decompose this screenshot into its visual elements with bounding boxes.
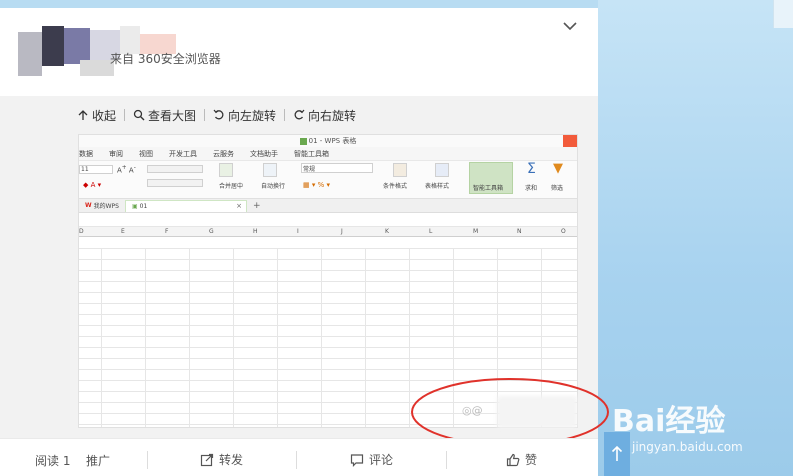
wps-ribbon: 11 A+ A- ◆ A ▾ 合并居中 自动换行 常规 ▦ ▾ % ▾ 条件格式… [79, 161, 577, 199]
wps-close-icon [563, 135, 577, 147]
rotate-left-button[interactable]: 向左旋转 [205, 107, 284, 124]
footer-divider [296, 451, 297, 469]
wps-column-headers: D E F G H I J K L M N O [79, 227, 577, 237]
wps-col-header: J [341, 228, 343, 235]
wps-col-header: N [517, 228, 522, 235]
baidu-jingyan-watermark: Bai经验 jingyan.baidu.com [612, 396, 792, 476]
wps-font-color-icon: ◆ A ▾ [83, 181, 102, 189]
wps-number-format: 常规 [303, 166, 316, 173]
watermark-url: jingyan.baidu.com [632, 440, 743, 454]
wps-col-header: G [209, 228, 214, 235]
wps-menubar: 数据 审阅 视图 开发工具 云服务 文档助手 智能工具箱 [79, 147, 577, 161]
post-source: 来自 360安全浏览器 [110, 52, 221, 66]
wps-window-title: 01 - WPS 表格 [308, 137, 357, 145]
wps-tab-file: ▣ 01 × [125, 199, 247, 212]
repost-icon [200, 453, 214, 466]
wps-col-header: F [165, 228, 169, 235]
wps-menu-item: 数据 [79, 149, 93, 158]
wps-font-size: 11 [81, 166, 89, 173]
read-count: 阅读 1 [35, 454, 71, 468]
wps-titlebar: 01 - WPS 表格 [79, 135, 577, 147]
wps-new-tab-icon: + [253, 200, 261, 211]
footer-divider [147, 451, 148, 469]
wps-app-icon [299, 137, 307, 145]
rotate-right-label: 向右旋转 [308, 108, 357, 123]
repost-label: 转发 [219, 453, 244, 467]
wps-table-style-icon [435, 163, 449, 177]
wps-indent-buttons [147, 179, 203, 187]
sheet-icon: ▣ [132, 202, 138, 210]
promote-link[interactable]: 推广 [86, 452, 110, 469]
wps-menu-item: 云服务 [213, 149, 234, 158]
footer-divider [446, 451, 447, 469]
wps-cond-format: 条件格式 [383, 183, 408, 190]
wps-wrap-icon [263, 163, 277, 177]
wps-menu-item: 智能工具箱 [294, 149, 329, 158]
wps-align-buttons [147, 165, 203, 173]
wps-col-header: H [253, 228, 258, 235]
corner-panel [773, 0, 793, 28]
rotate-left-label: 向左旋转 [228, 108, 277, 123]
comment-label: 评论 [369, 453, 394, 467]
wps-menu-item: 文档助手 [250, 149, 278, 158]
view-large-label: 查看大图 [148, 108, 197, 123]
wps-smart-toolbox: 智能工具箱 [473, 185, 504, 192]
wps-tab-close-icon: × [236, 201, 242, 210]
image-toolbar: 收起 查看大图 向左旋转 向右旋转 [77, 104, 364, 126]
wps-menu-item: 审阅 [109, 149, 123, 158]
wps-formula-bar [79, 213, 577, 227]
wps-tab-home-label: 我的WPS [93, 203, 119, 210]
wps-col-header: O [561, 228, 566, 235]
wps-menu-item: 视图 [139, 149, 153, 158]
wps-col-header: E [121, 228, 125, 235]
post-footer: 阅读 1 推广 转发 评论 赞 [0, 438, 598, 476]
wps-percent-icon: ▦ ▾ % ▾ [303, 181, 330, 189]
wps-grow-font-icon: A+ A- [117, 165, 136, 175]
collapse-button[interactable]: 收起 [77, 107, 124, 124]
wps-cond-format-icon [393, 163, 407, 177]
wps-table-style: 表格样式 [425, 183, 450, 190]
wps-tab-home: W 我的WPS [79, 200, 125, 212]
rotate-right-icon [294, 109, 305, 120]
wps-col-header: L [429, 228, 433, 235]
comment-icon [350, 453, 364, 467]
wps-wrap-text: 自动换行 [261, 183, 286, 190]
chevron-down-icon[interactable] [562, 20, 578, 32]
wps-menu-item: 开发工具 [169, 149, 197, 158]
thumbs-up-icon [506, 453, 520, 466]
zoom-icon [133, 109, 145, 121]
wps-merge-center: 合并居中 [219, 183, 244, 190]
rotate-left-icon [213, 109, 224, 120]
wps-col-header: K [385, 228, 389, 235]
wps-col-header: M [473, 228, 479, 235]
collapse-label: 收起 [92, 108, 117, 123]
wps-col-header: D [79, 228, 84, 235]
wps-filter-icon: ▼ [553, 161, 563, 176]
wps-sum-icon: Σ [527, 161, 536, 177]
wps-logo-icon: W [85, 202, 92, 209]
collapse-icon [78, 110, 88, 120]
watermark-brand: Bai经验 [612, 404, 726, 439]
wps-tab-file-label: 01 [139, 202, 148, 210]
like-button[interactable]: 赞 [506, 451, 537, 468]
wps-doc-tabs: W 我的WPS ▣ 01 × + [79, 199, 577, 213]
wps-col-header: I [297, 228, 299, 235]
comment-button[interactable]: 评论 [350, 451, 393, 468]
wps-sum: 求和 [525, 185, 538, 192]
repost-button[interactable]: 转发 [200, 451, 243, 468]
rotate-right-button[interactable]: 向右旋转 [285, 107, 364, 124]
wps-merge-icon [219, 163, 233, 177]
wps-filter: 筛选 [551, 185, 564, 192]
view-large-button[interactable]: 查看大图 [125, 107, 204, 124]
like-label: 赞 [525, 453, 538, 467]
